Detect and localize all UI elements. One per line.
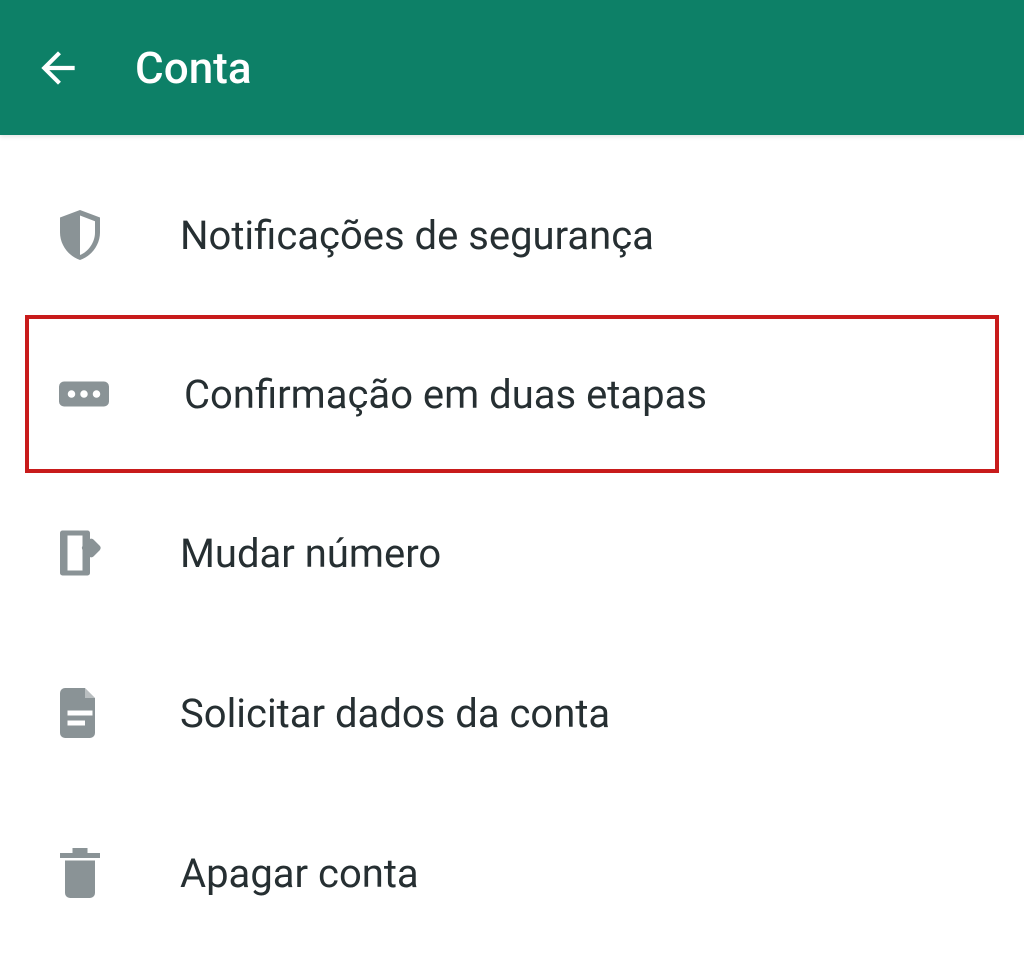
menu-item-label: Confirmação em duas etapas <box>184 371 707 418</box>
phone-change-icon <box>50 523 110 583</box>
trash-icon <box>50 843 110 903</box>
shield-icon <box>50 205 110 265</box>
arrow-left-icon <box>33 43 83 93</box>
back-button[interactable] <box>30 40 85 95</box>
app-bar: Conta <box>0 0 1024 135</box>
menu-item-security-notifications[interactable]: Notificações de segurança <box>0 155 1024 315</box>
menu-item-change-number[interactable]: Mudar número <box>0 473 1024 633</box>
menu-item-two-step-verification[interactable]: Confirmação em duas etapas <box>25 315 999 473</box>
menu-item-delete-account[interactable]: Apagar conta <box>0 793 1024 953</box>
menu-item-label: Apagar conta <box>180 850 419 897</box>
document-icon <box>50 683 110 743</box>
menu-item-request-account-info[interactable]: Solicitar dados da conta <box>0 633 1024 793</box>
page-title: Conta <box>135 42 252 94</box>
menu-item-label: Solicitar dados da conta <box>180 690 610 737</box>
menu-item-label: Mudar número <box>180 530 441 577</box>
menu-list: Notificações de segurança Confirmação em… <box>0 135 1024 973</box>
menu-item-label: Notificações de segurança <box>180 212 654 259</box>
password-icon <box>54 364 114 424</box>
